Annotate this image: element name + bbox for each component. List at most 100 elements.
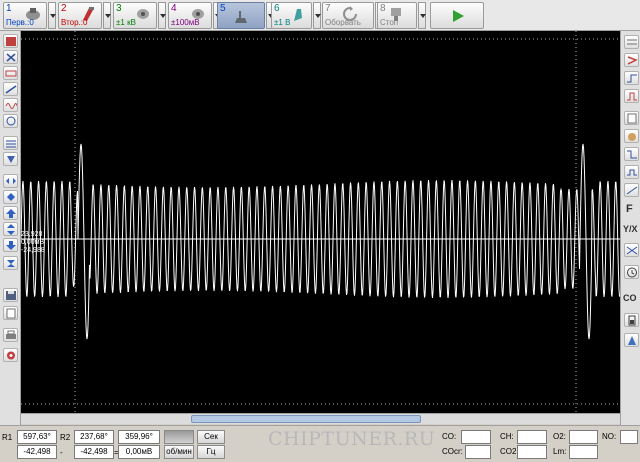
- stretch-vertical-icon: [7, 224, 15, 235]
- print-tool-button[interactable]: [3, 328, 18, 342]
- v2-value-field[interactable]: -42,498: [74, 445, 114, 459]
- abort-button[interactable]: 7 Оборвать: [322, 2, 374, 29]
- battery-button[interactable]: [624, 313, 639, 327]
- seconds-button[interactable]: Сек: [197, 430, 225, 444]
- hz-button[interactable]: Гц: [197, 445, 225, 459]
- r1-label: R1: [2, 433, 13, 442]
- play-icon: [453, 10, 464, 22]
- clipboard-button[interactable]: [624, 111, 639, 125]
- o2-field[interactable]: [569, 430, 598, 444]
- channel-2-dropdown[interactable]: [103, 2, 111, 29]
- shift-up-tool-button[interactable]: [3, 206, 18, 220]
- fit-tool-button[interactable]: [3, 190, 18, 204]
- step-icon: [626, 186, 638, 195]
- channel-3-dropdown[interactable]: [158, 2, 166, 29]
- step-button[interactable]: [624, 183, 639, 197]
- trace-lower-label: -24,988: [21, 247, 45, 254]
- zoom-icon: [5, 70, 17, 77]
- record-tool-button[interactable]: [3, 34, 18, 48]
- horizontal-scrollbar[interactable]: [21, 413, 620, 424]
- scrollbar-thumb[interactable]: [191, 415, 421, 423]
- channel-4-button[interactable]: 4 ±100мВ: [168, 2, 212, 29]
- channel-6-dropdown[interactable]: [313, 2, 321, 29]
- counter-button[interactable]: [624, 243, 639, 257]
- frequency-f-label[interactable]: F: [626, 203, 633, 215]
- trace-upper-label: 23,928: [21, 231, 43, 238]
- cocor-label: COcr:: [442, 447, 463, 456]
- co-gas-label[interactable]: CO: [623, 293, 637, 303]
- clipboard-icon: [627, 113, 637, 124]
- lm-field[interactable]: [569, 445, 598, 459]
- cocor-field[interactable]: [465, 445, 491, 459]
- slider-control[interactable]: [164, 430, 194, 444]
- r1-value-field[interactable]: 597,63°: [17, 430, 57, 444]
- timer-button[interactable]: [624, 265, 639, 279]
- channel-3-button[interactable]: 3 ±1 кВ: [113, 2, 157, 29]
- edge-falling-button[interactable]: [624, 147, 639, 161]
- wave-icon: [5, 103, 17, 109]
- save-tool-button[interactable]: [3, 288, 18, 302]
- ch-field[interactable]: [517, 430, 547, 444]
- line-tool-button[interactable]: [3, 82, 18, 96]
- trigger-up-button[interactable]: [624, 71, 639, 85]
- cursor-tool-button[interactable]: [3, 50, 18, 64]
- shift-vertical-tool-button[interactable]: [3, 222, 18, 236]
- channel-number: 7: [325, 3, 331, 14]
- r2-value-field[interactable]: 237,68°: [74, 430, 114, 444]
- channel-1-button[interactable]: 1 Перв.:0: [3, 2, 47, 29]
- zoom-tool-button[interactable]: [3, 66, 18, 80]
- dv-value-field[interactable]: 0,00мВ: [118, 445, 160, 459]
- transform-button[interactable]: [624, 53, 639, 67]
- fit-icon: [7, 193, 15, 201]
- lm-label: Lm:: [553, 447, 567, 456]
- counter-icon: [626, 246, 638, 255]
- wave-tool-button[interactable]: [3, 98, 18, 112]
- delta-value-field[interactable]: 359,96°: [118, 430, 160, 444]
- channel-6-button[interactable]: 6 ±1 В: [271, 2, 312, 29]
- channel-number: 4: [171, 3, 177, 14]
- hand-tool-button[interactable]: [624, 129, 639, 143]
- layers-tool-button[interactable]: [3, 136, 18, 150]
- stop-button[interactable]: 8 Стоп: [377, 2, 417, 29]
- watermark-text: CHIPTUNER.RU: [268, 428, 436, 450]
- channel-number: 8: [380, 3, 386, 14]
- channel-label: ±1 В: [274, 18, 291, 27]
- oscilloscope-display[interactable]: 23,928 0,00мВ -24,988: [20, 31, 621, 413]
- pulse-button[interactable]: [624, 165, 639, 179]
- align-tool-button[interactable]: [3, 152, 18, 166]
- open-tool-button[interactable]: [3, 306, 18, 320]
- rpm-button[interactable]: об/мин: [164, 445, 194, 459]
- ratio-yx-label[interactable]: Y/X: [623, 224, 638, 234]
- trigger-level-button[interactable]: [624, 89, 639, 103]
- co-field[interactable]: [461, 430, 491, 444]
- settings-tool-button[interactable]: [3, 348, 18, 362]
- no-label: NO:: [602, 432, 617, 441]
- v1-value-field[interactable]: -42,498: [17, 445, 57, 459]
- no-field[interactable]: [620, 430, 638, 444]
- channel-2-button[interactable]: 2 Втор.:0: [58, 2, 102, 29]
- channel-8-dropdown[interactable]: [418, 2, 426, 29]
- compress-tool-button[interactable]: [3, 256, 18, 270]
- pulse-icon: [627, 169, 637, 176]
- shift-down-tool-button[interactable]: [3, 238, 18, 252]
- r2-label: R2: [60, 433, 71, 442]
- channel-number: 6: [274, 3, 280, 14]
- stretch-tool-button[interactable]: [3, 174, 18, 188]
- channel-selector-button[interactable]: [624, 35, 639, 49]
- record-icon: [6, 37, 16, 46]
- probe-icon: [137, 9, 149, 19]
- co2-field[interactable]: [517, 445, 547, 459]
- channel-label: Перв.:0: [6, 18, 34, 27]
- channel-5-button[interactable]: 5: [217, 2, 265, 29]
- channel-label: ±1 кВ: [116, 18, 136, 27]
- trace-value-labels: 23,928 0,00мВ -24,988: [21, 231, 45, 255]
- battery-icon: [628, 315, 636, 326]
- chart-button[interactable]: [624, 333, 639, 347]
- waveform-canvas: [20, 31, 621, 413]
- channel-1-dropdown[interactable]: [48, 2, 56, 29]
- play-button[interactable]: [430, 2, 484, 29]
- marker-icon: [6, 116, 16, 126]
- pin-probe-icon: [294, 9, 302, 21]
- marker-tool-button[interactable]: [3, 114, 18, 128]
- align-icon: [7, 156, 15, 163]
